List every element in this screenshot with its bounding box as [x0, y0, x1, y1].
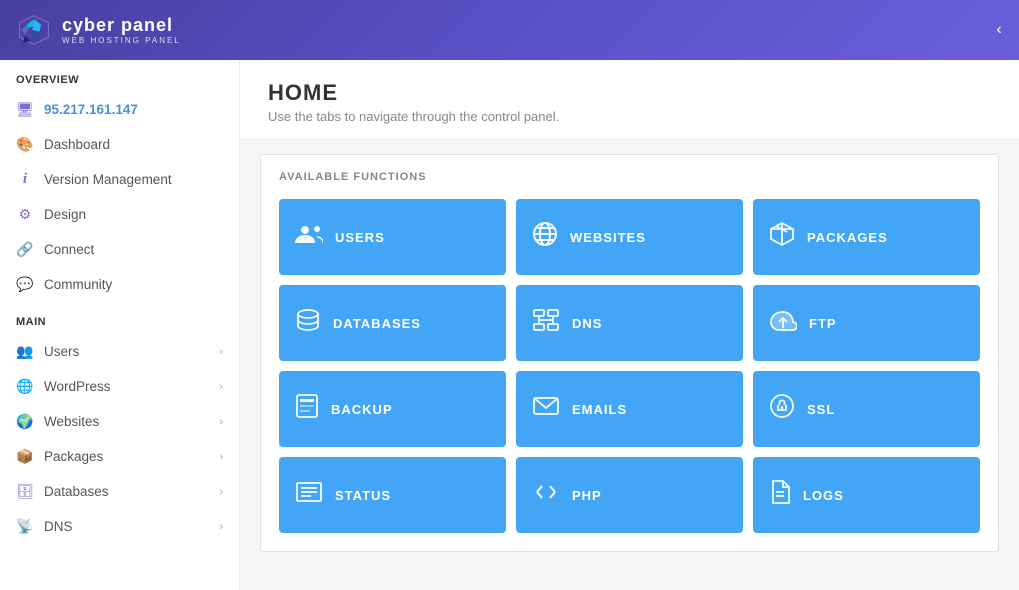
databases-button[interactable]: DATABASES [279, 285, 506, 361]
logo-sub: WEB HOSTING PANEL [62, 36, 181, 45]
users-func-label: USERS [335, 230, 385, 245]
chevron-right-icon: › [219, 521, 223, 533]
databases-func-label: DATABASES [333, 316, 421, 331]
sidebar-item-label: Users [44, 344, 209, 359]
overview-section-title: OVERVIEW [0, 60, 239, 92]
status-func-label: STATUS [335, 488, 391, 503]
connect-icon: 🔗 [16, 241, 34, 258]
logo-main: cyber panel [62, 15, 181, 36]
community-icon: 💬 [16, 276, 34, 293]
functions-title: AVAILABLE FUNCTIONS [279, 171, 980, 183]
logs-func-icon [769, 479, 791, 511]
ssl-func-label: SSL [807, 402, 835, 417]
header: cyber panel WEB HOSTING PANEL ‹ [0, 0, 1019, 60]
monitor-icon: 🖥 [16, 101, 34, 118]
ssl-button[interactable]: SSL [753, 371, 980, 447]
sidebar-item-wordpress[interactable]: 🌐 WordPress › [0, 369, 239, 404]
main-section-title: MAIN [0, 302, 239, 334]
dns-func-icon [532, 308, 560, 338]
sidebar-item-users[interactable]: 👥 Users › [0, 334, 239, 369]
logs-button[interactable]: LOGS [753, 457, 980, 533]
ssl-func-icon [769, 393, 795, 425]
chevron-right-icon: › [219, 416, 223, 428]
logo: cyber panel WEB HOSTING PANEL [16, 12, 181, 48]
sidebar-item-label: WordPress [44, 379, 209, 394]
users-button[interactable]: USERS [279, 199, 506, 275]
logo-icon [16, 12, 52, 48]
sidebar-item-label: DNS [44, 519, 209, 534]
ftp-func-label: FTP [809, 316, 837, 331]
databases-icon: 🗄 [16, 483, 34, 500]
page-subtitle: Use the tabs to navigate through the con… [268, 109, 991, 124]
page-title: HOME [268, 80, 991, 106]
status-func-icon [295, 481, 323, 509]
sidebar-item-packages[interactable]: 📦 Packages › [0, 439, 239, 474]
sidebar-toggle-button[interactable]: ‹ [979, 0, 1019, 60]
sidebar-item-databases[interactable]: 🗄 Databases › [0, 474, 239, 509]
chevron-right-icon: › [219, 346, 223, 358]
logo-text: cyber panel WEB HOSTING PANEL [62, 15, 181, 45]
chevron-right-icon: › [219, 486, 223, 498]
sidebar-item-community[interactable]: 💬 Community [0, 267, 239, 302]
dns-button[interactable]: DNS [516, 285, 743, 361]
chevron-right-icon: › [219, 381, 223, 393]
backup-func-icon [295, 393, 319, 425]
users-func-icon [295, 223, 323, 251]
php-func-label: PHP [572, 488, 602, 503]
info-icon: i [16, 171, 34, 188]
sidebar-item-label: Version Management [44, 172, 223, 187]
packages-button[interactable]: PACKAGES [753, 199, 980, 275]
functions-grid: USERS WEBSITES PACKAGES [279, 199, 980, 533]
php-func-icon [532, 481, 560, 509]
wordpress-icon: 🌐 [16, 378, 34, 395]
sidebar-item-label: Websites [44, 414, 209, 429]
sidebar-item-label: Dashboard [44, 137, 223, 152]
emails-func-label: EMAILS [572, 402, 627, 417]
packages-func-label: PACKAGES [807, 230, 888, 245]
logs-func-label: LOGS [803, 488, 844, 503]
sidebar-item-label: Databases [44, 484, 209, 499]
sidebar-item-label: Community [44, 277, 223, 292]
websites-button[interactable]: WEBSITES [516, 199, 743, 275]
sidebar-item-websites[interactable]: 🌍 Websites › [0, 404, 239, 439]
status-button[interactable]: STATUS [279, 457, 506, 533]
sidebar-item-label: Packages [44, 449, 209, 464]
server-ip-label: 95.217.161.147 [44, 102, 223, 117]
sidebar: OVERVIEW 🖥 95.217.161.147 🎨 Dashboard i … [0, 60, 240, 590]
sidebar-item-label: Design [44, 207, 223, 222]
content-header: HOME Use the tabs to navigate through th… [240, 60, 1019, 138]
sidebar-item-dashboard[interactable]: 🎨 Dashboard [0, 127, 239, 162]
dns-func-label: DNS [572, 316, 602, 331]
websites-func-label: WEBSITES [570, 230, 646, 245]
chevron-right-icon: › [219, 451, 223, 463]
backup-func-label: BACKUP [331, 402, 393, 417]
main-content: HOME Use the tabs to navigate through th… [240, 60, 1019, 590]
ftp-func-icon [769, 308, 797, 338]
sidebar-item-version-management[interactable]: i Version Management [0, 162, 239, 197]
sidebar-item-dns[interactable]: 📡 DNS › [0, 509, 239, 544]
users-icon: 👥 [16, 343, 34, 360]
sidebar-item-label: Connect [44, 242, 223, 257]
websites-icon: 🌍 [16, 413, 34, 430]
emails-func-icon [532, 395, 560, 423]
websites-func-icon [532, 221, 558, 253]
dashboard-icon: 🎨 [16, 136, 34, 153]
packages-icon: 📦 [16, 448, 34, 465]
sidebar-item-design[interactable]: ⚙ Design [0, 197, 239, 232]
emails-button[interactable]: EMAILS [516, 371, 743, 447]
backup-button[interactable]: BACKUP [279, 371, 506, 447]
packages-func-icon [769, 221, 795, 253]
sidebar-item-server-ip[interactable]: 🖥 95.217.161.147 [0, 92, 239, 127]
gear-icon: ⚙ [16, 206, 34, 223]
sidebar-item-connect[interactable]: 🔗 Connect [0, 232, 239, 267]
databases-func-icon [295, 307, 321, 339]
functions-panel: AVAILABLE FUNCTIONS USERS WEBSITES [260, 154, 999, 552]
ftp-button[interactable]: FTP [753, 285, 980, 361]
main-layout: OVERVIEW 🖥 95.217.161.147 🎨 Dashboard i … [0, 60, 1019, 590]
php-button[interactable]: PHP [516, 457, 743, 533]
dns-icon: 📡 [16, 518, 34, 535]
